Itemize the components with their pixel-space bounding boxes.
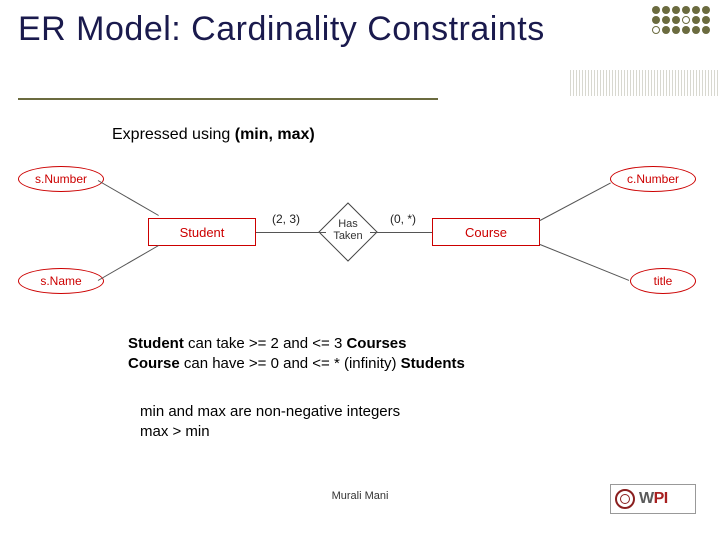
attr-title-label: title — [654, 274, 673, 288]
explain-l1b: can take >= 2 and <= 3 — [184, 335, 347, 352]
decorative-stripe — [570, 70, 720, 96]
wpi-logo-text: WPI — [639, 490, 668, 508]
wpi-logo-w: W — [639, 490, 654, 507]
wpi-logo: WPI — [610, 484, 696, 514]
attr-cnumber-label: c.Number — [627, 172, 679, 186]
attr-sname-label: s.Name — [40, 274, 81, 288]
cardinality-course: (0, *) — [390, 212, 416, 226]
entity-course-label: Course — [465, 225, 507, 240]
relationship-line1: Has — [338, 218, 358, 230]
explain-line-2: Course can have >= 0 and <= * (infinity)… — [128, 354, 465, 374]
subhead-prefix: Expressed using — [112, 126, 235, 143]
attr-snumber-label: s.Number — [35, 172, 87, 186]
line-title-course — [540, 244, 629, 281]
page-title: ER Model: Cardinality Constraints — [18, 10, 545, 49]
explain-l1c: Courses — [346, 335, 406, 352]
explanation-rules: min and max are non-negative integers ma… — [140, 402, 400, 443]
decorative-dot-grid — [652, 6, 710, 34]
line-rel-course — [370, 232, 432, 233]
explain-l2a: Course — [128, 355, 180, 372]
wpi-seal-icon — [615, 489, 635, 509]
explanation-cardinality: Student can take >= 2 and <= 3 Courses C… — [128, 334, 465, 375]
attr-snumber: s.Number — [18, 166, 104, 192]
relationship-has-taken: HasTaken — [318, 202, 378, 262]
cardinality-student: (2, 3) — [272, 212, 300, 226]
attr-cnumber: c.Number — [610, 166, 696, 192]
rule-1: min and max are non-negative integers — [140, 402, 400, 422]
entity-student: Student — [148, 218, 256, 246]
title-text: ER Model: Cardinality Constraints — [18, 10, 545, 48]
line-sname-student — [98, 245, 159, 281]
explain-l2c: Students — [401, 355, 465, 372]
relationship-line2: Taken — [333, 230, 362, 242]
entity-course: Course — [432, 218, 540, 246]
line-cnumber-course — [540, 183, 611, 221]
slide: ER Model: Cardinality Constraints Expres… — [0, 0, 720, 540]
wpi-logo-pi: PI — [654, 490, 668, 507]
explain-line-1: Student can take >= 2 and <= 3 Courses — [128, 334, 465, 354]
entity-student-label: Student — [180, 225, 225, 240]
rule-2: max > min — [140, 422, 400, 442]
line-student-rel — [256, 232, 326, 233]
subheading: Expressed using (min, max) — [112, 126, 315, 144]
er-diagram: s.Number s.Name c.Number title Student C… — [0, 160, 720, 320]
subhead-bold: (min, max) — [235, 126, 315, 143]
attr-title: title — [630, 268, 696, 294]
explain-l1a: Student — [128, 335, 184, 352]
title-underline — [18, 98, 438, 100]
explain-l2b: can have >= 0 and <= * (infinity) — [180, 355, 401, 372]
line-snumber-student — [98, 180, 159, 216]
attr-sname: s.Name — [18, 268, 104, 294]
